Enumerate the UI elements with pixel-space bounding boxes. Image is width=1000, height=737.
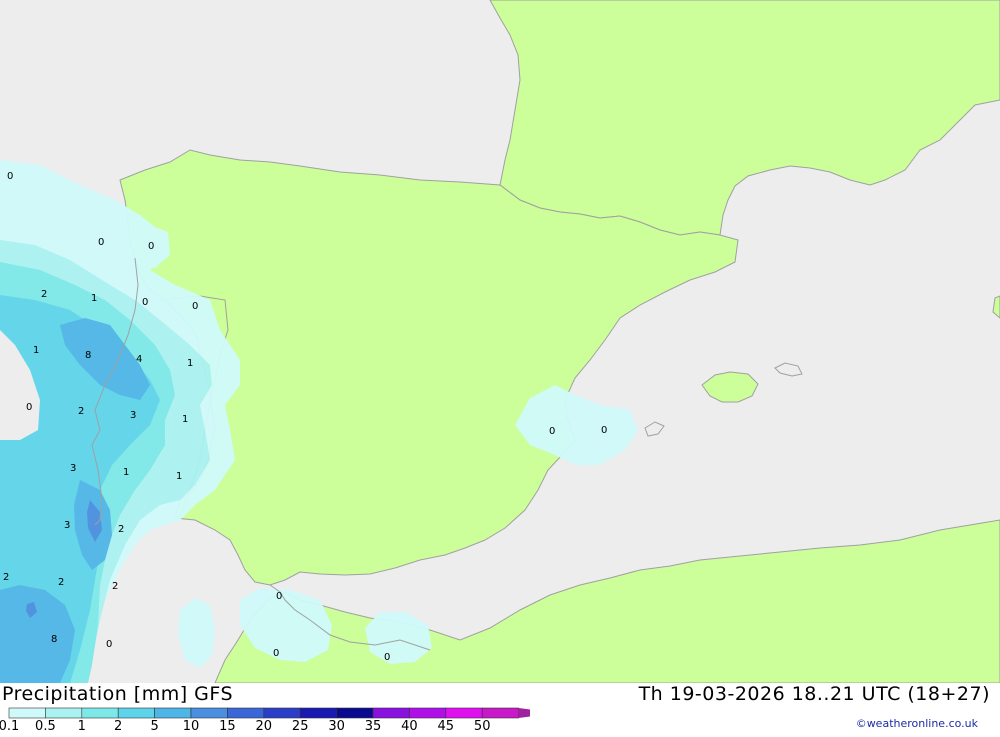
contour-label: 0 xyxy=(148,241,154,252)
legend-swatch xyxy=(154,707,192,719)
contour-label: 2 xyxy=(118,524,124,535)
legend-label: 1 xyxy=(78,719,86,733)
map-title: Precipitation [mm] GFS xyxy=(2,683,234,705)
legend-label: 45 xyxy=(438,719,455,733)
contour-label: 0 xyxy=(549,426,555,437)
contour-label: 1 xyxy=(182,414,188,425)
contour-label: 1 xyxy=(33,345,39,356)
legend-label: 40 xyxy=(401,719,418,733)
legend-label: 10 xyxy=(183,719,200,733)
contour-label: 2 xyxy=(58,577,64,588)
contour-label: 0 xyxy=(384,652,390,663)
credit-link[interactable]: ©weatheronline.co.uk xyxy=(856,717,978,730)
legend-swatch xyxy=(299,707,337,719)
legend-swatch xyxy=(445,707,483,719)
legend-swatch xyxy=(372,707,410,719)
contour-label: 0 xyxy=(276,591,282,602)
contour-label: 0 xyxy=(142,297,148,308)
contour-label: 4 xyxy=(136,354,142,365)
contour-label: 0 xyxy=(273,648,279,659)
contour-label: 1 xyxy=(176,471,182,482)
contour-label: 1 xyxy=(123,467,129,478)
contour-label: 0 xyxy=(106,639,112,650)
legend-label: 0.1 xyxy=(0,719,19,733)
legend-label: 25 xyxy=(292,719,309,733)
contour-label: 1 xyxy=(91,293,97,304)
legend-label: 30 xyxy=(328,719,345,733)
legend-swatch xyxy=(263,707,301,719)
legend-label: 15 xyxy=(219,719,236,733)
legend-label: 2 xyxy=(114,719,122,733)
contour-label: 2 xyxy=(78,406,84,417)
color-legend: 0.1 0.5 1 2 5 10 15 20 25 30 35 40 45 50 xyxy=(0,706,557,734)
contour-label: 3 xyxy=(130,410,136,421)
contour-label: 0 xyxy=(192,301,198,312)
legend-swatch xyxy=(481,707,519,719)
contour-label: 3 xyxy=(70,463,76,474)
contour-label: 0 xyxy=(601,425,607,436)
contour-label: 2 xyxy=(41,289,47,300)
legend-label: 35 xyxy=(365,719,382,733)
precipitation-map: 0 0 0 2 1 0 0 1 8 4 1 0 2 3 1 3 1 1 3 2 … xyxy=(0,0,1000,683)
legend-swatch xyxy=(227,707,265,719)
footer: Precipitation [mm] GFS Th 19-03-2026 18.… xyxy=(0,683,1000,734)
legend-label: 5 xyxy=(150,719,158,733)
contour-label: 3 xyxy=(64,520,70,531)
contour-label: 2 xyxy=(112,581,118,592)
legend-swatch xyxy=(81,707,119,719)
legend-swatch xyxy=(8,707,46,719)
contour-label: 0 xyxy=(7,171,13,182)
legend-label: 50 xyxy=(474,719,491,733)
contour-label: 1 xyxy=(187,358,193,369)
contour-label: 0 xyxy=(26,402,32,413)
contour-label: 0 xyxy=(98,237,104,248)
legend-arrow xyxy=(518,708,557,718)
forecast-timestamp: Th 19-03-2026 18..21 UTC (18+27) xyxy=(638,683,990,705)
legend-swatch xyxy=(190,707,228,719)
legend-swatch xyxy=(117,707,155,719)
legend-swatch xyxy=(336,707,374,719)
contour-label: 2 xyxy=(3,572,9,583)
legend-label: 20 xyxy=(256,719,273,733)
contour-label: 8 xyxy=(51,634,57,645)
contour-label: 8 xyxy=(85,350,91,361)
legend-swatch xyxy=(409,707,447,719)
legend-swatch xyxy=(45,707,83,719)
legend-label: 0.5 xyxy=(35,719,56,733)
legend-svg: 0.1 0.5 1 2 5 10 15 20 25 30 35 40 45 50 xyxy=(0,707,557,734)
map-canvas: 0 0 0 2 1 0 0 1 8 4 1 0 2 3 1 3 1 1 3 2 … xyxy=(0,0,1000,683)
